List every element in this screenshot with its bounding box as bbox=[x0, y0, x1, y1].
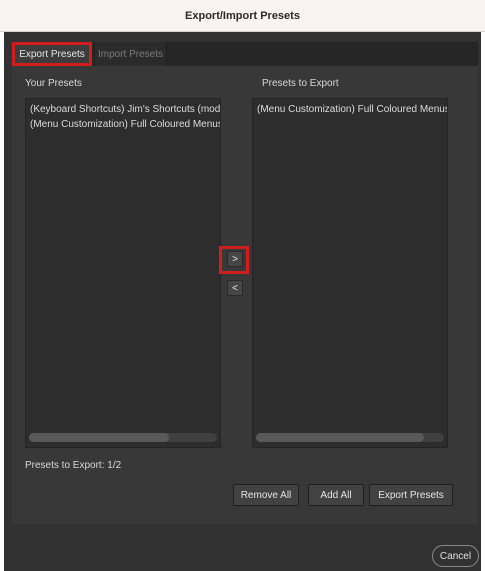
export-presets-button[interactable]: Export Presets bbox=[369, 484, 453, 506]
presets-to-export-heading: Presets to Export bbox=[262, 78, 339, 89]
add-all-button-label: Add All bbox=[320, 489, 352, 501]
your-presets-heading: Your Presets bbox=[25, 78, 82, 89]
tab-bar: Export Presets Import Presets bbox=[12, 42, 478, 66]
list-item[interactable]: (Keyboard Shortcuts) Jim's Shortcuts (mo… bbox=[30, 104, 220, 115]
remove-selected-button-label: < bbox=[232, 282, 238, 294]
add-selected-button-label: > bbox=[232, 253, 238, 265]
remove-all-button-label: Remove All bbox=[240, 489, 292, 501]
cancel-button-label: Cancel bbox=[439, 550, 472, 562]
add-all-button[interactable]: Add All bbox=[308, 484, 364, 506]
cancel-button[interactable]: Cancel bbox=[432, 545, 479, 567]
presets-count-status: Presets to Export: 1/2 bbox=[25, 460, 122, 471]
presets-to-export-scroll-thumb[interactable] bbox=[256, 433, 424, 442]
title-bar: Export/Import Presets bbox=[0, 0, 485, 32]
your-presets-scroll-thumb[interactable] bbox=[29, 433, 169, 442]
remove-all-button[interactable]: Remove All bbox=[233, 484, 299, 506]
list-item[interactable]: (Menu Customization) Full Coloured Menus… bbox=[30, 119, 220, 130]
export-presets-button-label: Export Presets bbox=[378, 489, 444, 501]
tab-import-presets[interactable]: Import Presets bbox=[95, 42, 167, 66]
add-selected-button[interactable]: > bbox=[227, 251, 243, 267]
list-item[interactable]: (Menu Customization) Full Coloured Menus… bbox=[257, 104, 447, 115]
window-title: Export/Import Presets bbox=[185, 9, 300, 22]
tab-export-presets[interactable]: Export Presets bbox=[12, 42, 92, 66]
your-presets-scrollbar[interactable] bbox=[29, 433, 217, 442]
tab-import-presets-label: Import Presets bbox=[97, 48, 164, 60]
presets-to-export-scrollbar[interactable] bbox=[256, 433, 444, 442]
export-panel: Your Presets Presets to Export (Keyboard… bbox=[12, 66, 478, 524]
your-presets-list[interactable]: (Keyboard Shortcuts) Jim's Shortcuts (mo… bbox=[25, 98, 221, 448]
presets-to-export-list[interactable]: (Menu Customization) Full Coloured Menus… bbox=[252, 98, 448, 448]
remove-selected-button[interactable]: < bbox=[227, 280, 243, 296]
tab-export-presets-label: Export Presets bbox=[19, 48, 85, 60]
